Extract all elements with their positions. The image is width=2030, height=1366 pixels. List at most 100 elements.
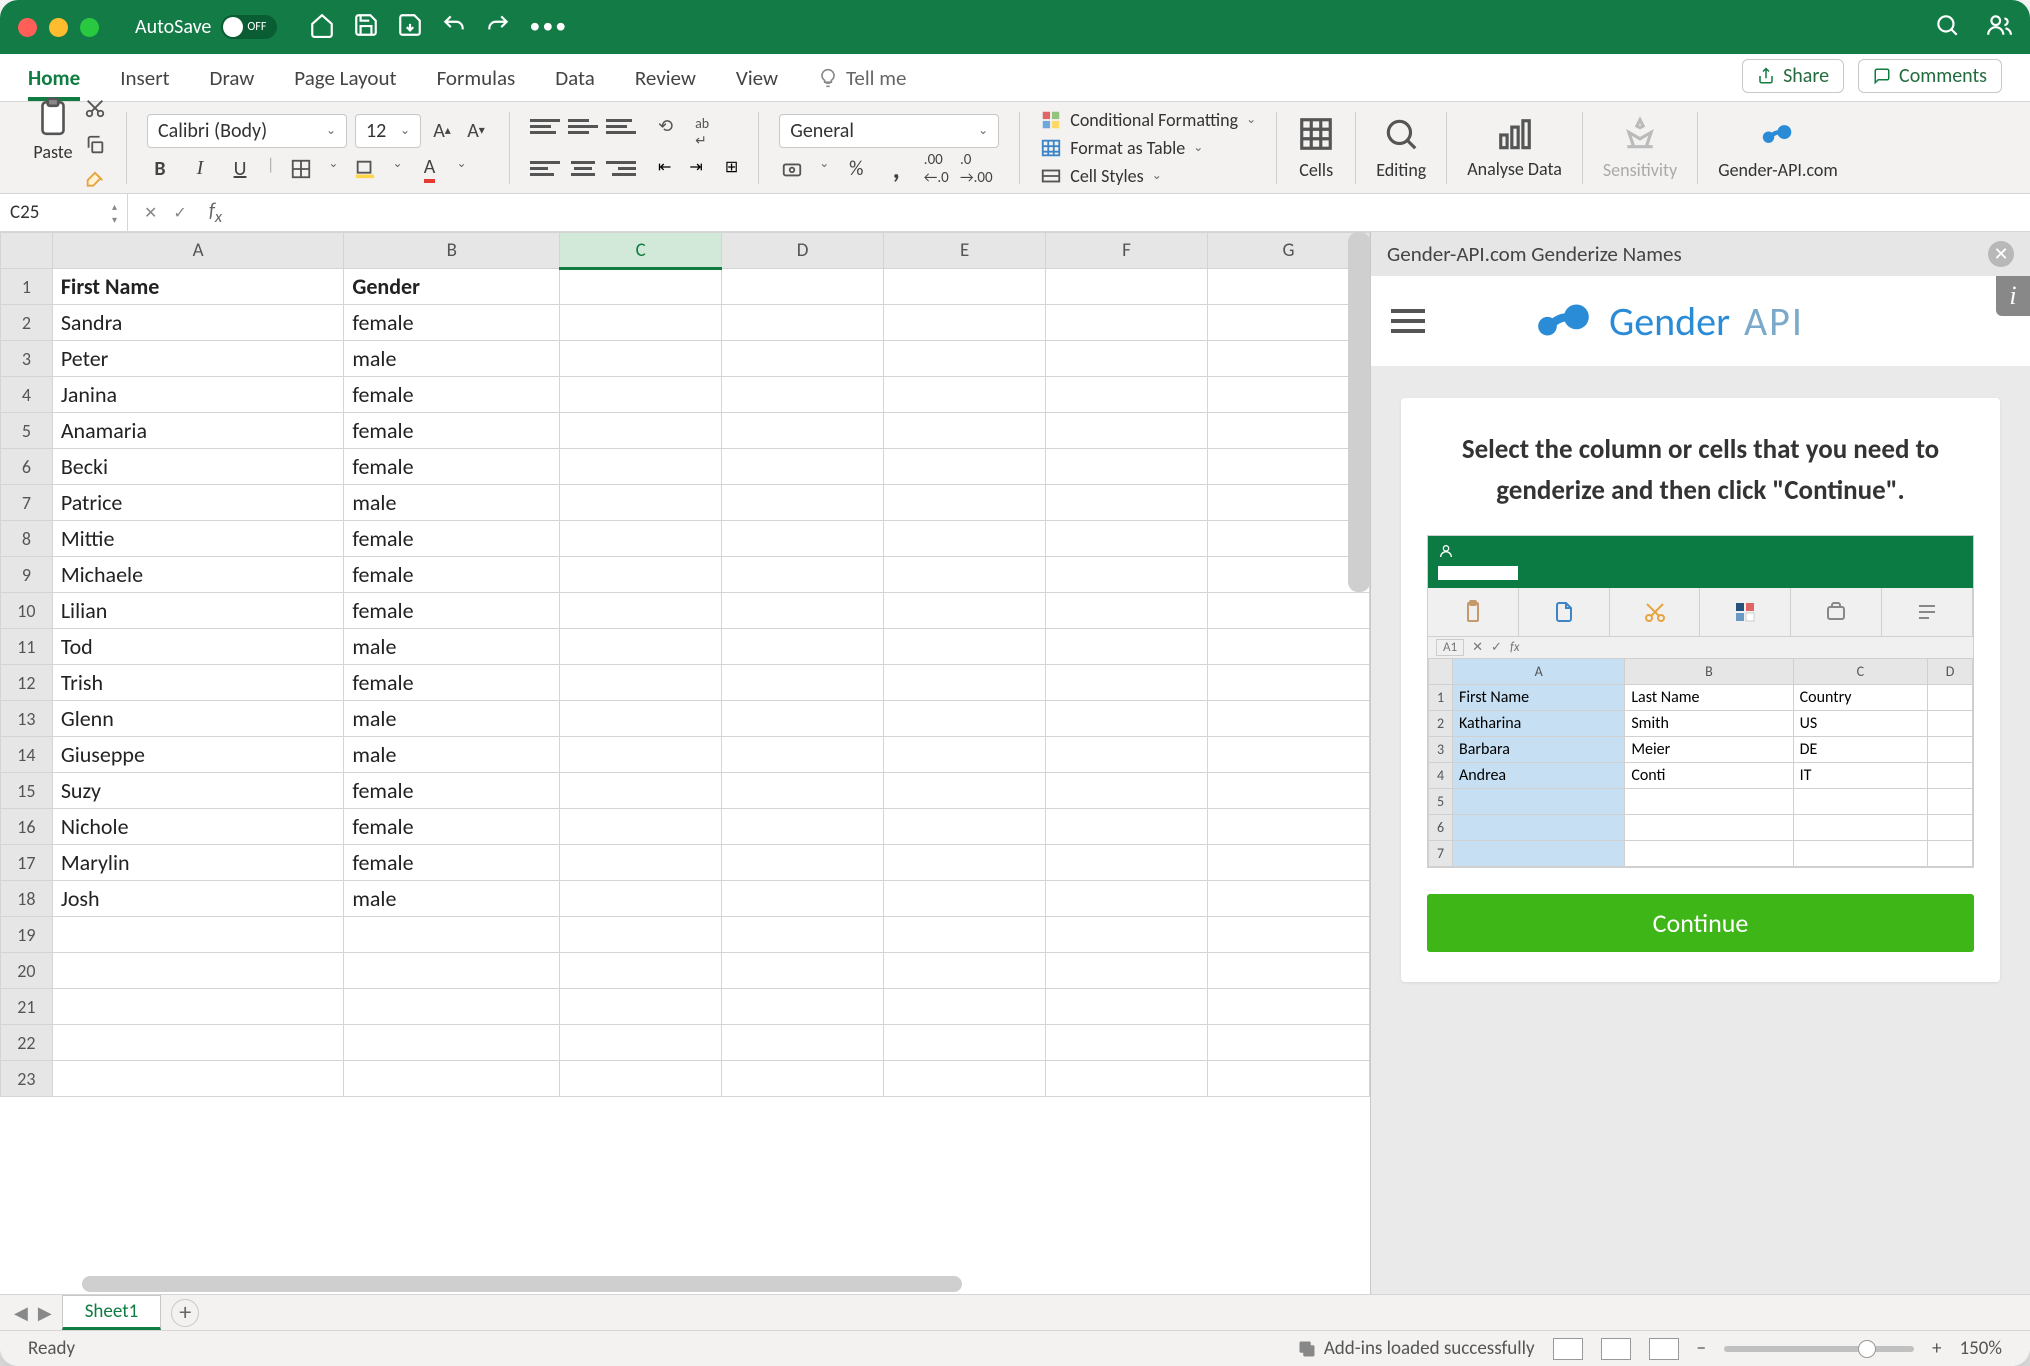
home-icon[interactable] — [309, 12, 335, 43]
cell[interactable]: male — [344, 629, 560, 665]
cell[interactable] — [884, 665, 1046, 701]
cell[interactable] — [560, 809, 722, 845]
table-row[interactable]: 20 — [1, 953, 1370, 989]
cell[interactable] — [560, 773, 722, 809]
row-header[interactable]: 6 — [1, 449, 53, 485]
cell[interactable]: Glenn — [52, 701, 344, 737]
cell[interactable] — [1046, 737, 1208, 773]
tab-page-layout[interactable]: Page Layout — [294, 65, 396, 101]
cell[interactable] — [722, 665, 884, 701]
continue-button[interactable]: Continue — [1427, 894, 1974, 952]
menu-icon[interactable] — [1391, 309, 1425, 333]
cell[interactable]: Janina — [52, 377, 344, 413]
cell[interactable] — [52, 1061, 344, 1097]
cell[interactable]: female — [344, 665, 560, 701]
increase-font-icon[interactable]: A▴ — [429, 118, 455, 144]
col-header-e[interactable]: E — [884, 233, 1046, 269]
align-bottom-icon[interactable] — [606, 115, 636, 139]
wrap-text-icon[interactable]: ab↵ — [695, 115, 709, 149]
cell[interactable] — [1207, 269, 1369, 305]
cell[interactable] — [344, 989, 560, 1025]
cell[interactable] — [344, 1025, 560, 1061]
cell-styles-button[interactable]: Cell Styles⌄ — [1040, 165, 1162, 187]
cell[interactable]: Gender — [344, 269, 560, 305]
info-icon[interactable]: i — [1996, 276, 2030, 316]
cell[interactable] — [722, 1061, 884, 1097]
cell[interactable] — [560, 305, 722, 341]
table-row[interactable]: 5Anamariafemale — [1, 413, 1370, 449]
fx-icon[interactable]: fx — [209, 199, 222, 227]
autosave-control[interactable]: AutoSave OFF — [135, 15, 277, 39]
comments-button[interactable]: Comments — [1858, 59, 2002, 93]
cell[interactable] — [560, 845, 722, 881]
table-row[interactable]: 2Sandrafemale — [1, 305, 1370, 341]
col-header-a[interactable]: A — [52, 233, 344, 269]
row-header[interactable]: 16 — [1, 809, 53, 845]
cell[interactable] — [722, 629, 884, 665]
autosave-toggle[interactable]: OFF — [221, 15, 277, 39]
copy-icon[interactable] — [84, 134, 106, 161]
cell[interactable] — [1046, 1061, 1208, 1097]
tab-formulas[interactable]: Formulas — [437, 65, 516, 101]
table-row[interactable]: 12Trishfemale — [1, 665, 1370, 701]
decrease-indent-icon[interactable]: ⇤ — [658, 157, 671, 181]
row-header[interactable]: 5 — [1, 413, 53, 449]
cell[interactable] — [1046, 305, 1208, 341]
cell[interactable]: female — [344, 845, 560, 881]
cell[interactable] — [722, 1025, 884, 1061]
row-header[interactable]: 2 — [1, 305, 53, 341]
account-icon[interactable] — [1986, 12, 2012, 43]
table-row[interactable]: 10Lilianfemale — [1, 593, 1370, 629]
cell[interactable] — [1046, 341, 1208, 377]
cell[interactable] — [1046, 917, 1208, 953]
cell[interactable] — [884, 701, 1046, 737]
cell[interactable] — [1207, 845, 1369, 881]
cell[interactable] — [1207, 917, 1369, 953]
cell[interactable]: male — [344, 341, 560, 377]
cell[interactable] — [560, 737, 722, 773]
borders-icon[interactable] — [288, 156, 314, 182]
column-headers[interactable]: A B C D E F G — [1, 233, 1370, 269]
cell[interactable] — [1207, 557, 1369, 593]
row-header[interactable]: 13 — [1, 701, 53, 737]
cell[interactable] — [722, 269, 884, 305]
undo-icon[interactable] — [441, 12, 467, 43]
cell[interactable]: female — [344, 305, 560, 341]
cell[interactable] — [884, 989, 1046, 1025]
increase-decimal-icon[interactable]: .0→.00 — [963, 156, 989, 182]
cell[interactable] — [52, 917, 344, 953]
cell[interactable] — [884, 953, 1046, 989]
editing-button[interactable]: Editing — [1362, 115, 1440, 181]
cell[interactable] — [1207, 809, 1369, 845]
cell[interactable] — [722, 377, 884, 413]
cell[interactable]: Peter — [52, 341, 344, 377]
normal-view-icon[interactable] — [1553, 1338, 1583, 1360]
col-header-d[interactable]: D — [722, 233, 884, 269]
prev-sheet-icon[interactable]: ◀ — [14, 1302, 28, 1324]
cell[interactable] — [1046, 809, 1208, 845]
more-icon[interactable]: ••• — [529, 12, 568, 43]
cell[interactable] — [722, 845, 884, 881]
cell[interactable] — [884, 449, 1046, 485]
tab-insert[interactable]: Insert — [120, 65, 169, 101]
cell[interactable] — [1207, 701, 1369, 737]
cell[interactable] — [560, 917, 722, 953]
name-box[interactable]: C25▴▾ — [0, 194, 128, 231]
cell[interactable] — [722, 701, 884, 737]
cell[interactable] — [1046, 629, 1208, 665]
cell[interactable] — [1207, 377, 1369, 413]
cell[interactable] — [722, 341, 884, 377]
table-row[interactable]: 1First NameGender — [1, 269, 1370, 305]
page-layout-view-icon[interactable] — [1601, 1338, 1631, 1360]
cell[interactable]: Michaele — [52, 557, 344, 593]
cell[interactable] — [1207, 449, 1369, 485]
cell[interactable] — [722, 917, 884, 953]
cell[interactable] — [560, 593, 722, 629]
cell[interactable] — [52, 989, 344, 1025]
cell[interactable] — [722, 485, 884, 521]
cell[interactable] — [560, 989, 722, 1025]
cell[interactable]: Trish — [52, 665, 344, 701]
table-row[interactable]: 15Suzyfemale — [1, 773, 1370, 809]
cell[interactable] — [884, 593, 1046, 629]
cell[interactable] — [560, 1061, 722, 1097]
